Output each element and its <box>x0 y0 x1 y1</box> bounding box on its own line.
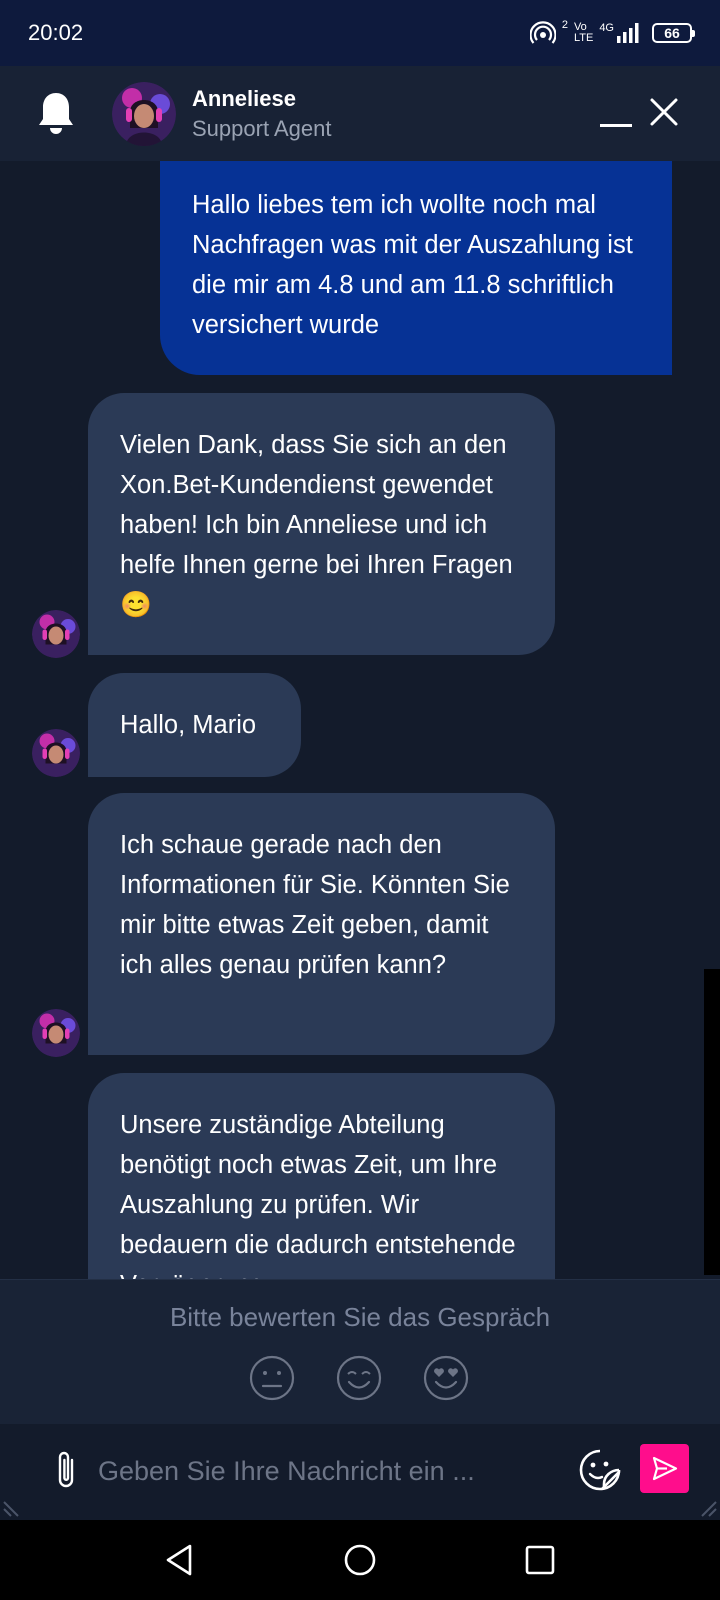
paperclip-icon[interactable] <box>52 1448 82 1492</box>
resize-handle-left-icon <box>3 1501 19 1517</box>
agent-role: Support Agent <box>192 116 332 141</box>
rating-prompt: Bitte bewerten Sie das Gespräch <box>169 1302 551 1332</box>
volte-indicator: Vo LTE <box>574 22 593 44</box>
signal-icon <box>617 23 639 43</box>
home-icon[interactable] <box>340 1540 380 1580</box>
chat-header: Anneliese Support Agent <box>0 66 720 162</box>
sticker-icon[interactable] <box>578 1448 622 1492</box>
sim-indicator: 2 <box>561 19 568 31</box>
agent-avatar-small <box>32 729 80 777</box>
heart-eyes-face-icon[interactable] <box>423 1355 469 1401</box>
message-composer <box>0 1424 720 1520</box>
message-text: Hallo liebes tem ich wollte noch mal Nac… <box>192 191 633 339</box>
status-time: 20:02 <box>28 20 84 45</box>
agent-message: Hallo, Mario <box>88 673 301 777</box>
chat-area[interactable]: Hallo liebes tem ich wollte noch mal Nac… <box>0 161 720 1279</box>
neutral-face-icon[interactable] <box>249 1355 295 1401</box>
recents-icon[interactable] <box>520 1540 560 1580</box>
agent-name: Anneliese <box>192 86 296 111</box>
status-bar: 20:02 2 Vo LTE 4G 66 <box>0 0 720 66</box>
battery-icon: 66 <box>652 23 695 43</box>
send-icon <box>652 1456 678 1481</box>
resize-handle-right-icon <box>701 1501 717 1517</box>
back-icon[interactable] <box>160 1540 200 1580</box>
bell-icon[interactable] <box>36 90 76 136</box>
close-icon[interactable] <box>648 96 680 128</box>
message-input[interactable] <box>96 1446 560 1496</box>
message-text: Unsere zuständige Abteilung benötigt noc… <box>120 1111 516 1279</box>
hotspot-icon <box>529 21 556 44</box>
battery-level: 66 <box>664 25 680 41</box>
agent-avatar <box>112 82 176 146</box>
message-text: Hallo, Mario <box>120 711 257 739</box>
agent-message: Vielen Dank, dass Sie sich an den Xon.Be… <box>88 393 555 655</box>
volte-bottom: LTE <box>573 32 594 44</box>
status-icons: 2 Vo LTE 4G 66 <box>529 18 695 48</box>
network-type: 4G <box>599 22 614 34</box>
network-indicator: 4G <box>599 22 642 44</box>
minimize-icon[interactable] <box>600 108 632 128</box>
agent-avatar-small <box>32 610 80 658</box>
send-button[interactable] <box>640 1444 689 1493</box>
message-text: Vielen Dank, dass Sie sich an den Xon.Be… <box>120 431 513 619</box>
smiling-face-icon[interactable] <box>336 1355 382 1401</box>
agent-message: Unsere zuständige Abteilung benötigt noc… <box>88 1073 555 1279</box>
system-nav-bar <box>0 1520 720 1600</box>
scroll-indicator[interactable] <box>704 969 720 1275</box>
message-text: Ich schaue gerade nach den Informationen… <box>120 831 510 979</box>
agent-avatar-small <box>32 1009 80 1057</box>
rating-panel: Bitte bewerten Sie das Gespräch <box>0 1279 720 1425</box>
agent-message: Ich schaue gerade nach den Informationen… <box>88 793 555 1055</box>
user-message: Hallo liebes tem ich wollte noch mal Nac… <box>160 161 672 375</box>
